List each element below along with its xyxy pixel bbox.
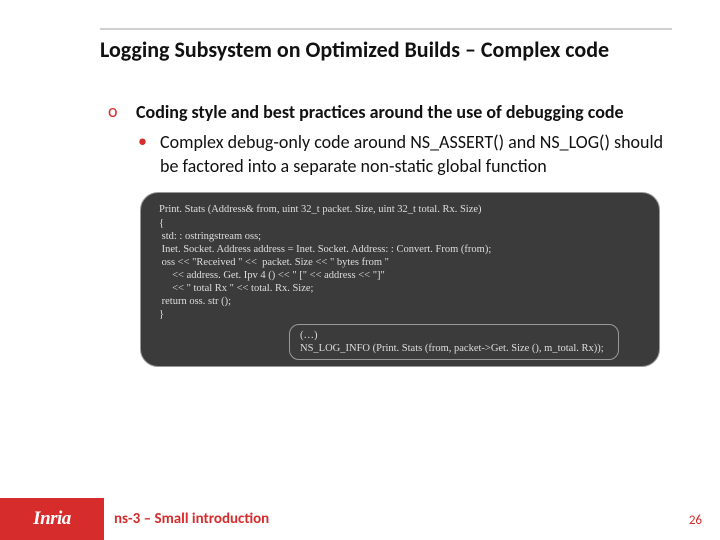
code-line: oss << "Received " << packet. Size << " … bbox=[159, 256, 653, 269]
code-line: return oss. str (); bbox=[159, 295, 653, 308]
code-line: std: : ostringstream oss; bbox=[159, 230, 653, 243]
code-line: Print. Stats (Address& from, uint 32_t p… bbox=[159, 203, 653, 216]
list-item-bullet: Complex debug-only code around NS_ASSERT… bbox=[108, 130, 672, 179]
list-item-o-text: Coding style and best practices around t… bbox=[136, 100, 672, 124]
code-block-small: (…) NS_LOG_INFO (Print. Stats (from, pac… bbox=[289, 324, 619, 360]
code-line: << " total Rx " << total. Rx. Size; bbox=[159, 282, 653, 295]
bullet-list: Coding style and best practices around t… bbox=[108, 100, 672, 179]
footer-title: ns-3 – Small introduction bbox=[114, 510, 269, 528]
code-line: << address. Get. Ipv 4 () << " [" << add… bbox=[159, 269, 653, 282]
slide-title: Logging Subsystem on Optimized Builds – … bbox=[100, 28, 672, 64]
code-line: NS_LOG_INFO (Print. Stats (from, packet-… bbox=[300, 342, 608, 355]
list-item-bullet-text: Complex debug-only code around NS_ASSERT… bbox=[160, 130, 672, 179]
code-line: (…) bbox=[300, 329, 608, 342]
code-line: { bbox=[159, 217, 653, 230]
page-number: 26 bbox=[689, 513, 702, 528]
list-item-o: Coding style and best practices around t… bbox=[108, 100, 672, 124]
logo: Inria bbox=[0, 498, 104, 540]
code-line: Inet. Socket. Address address = Inet. So… bbox=[159, 243, 653, 256]
code-line: } bbox=[159, 308, 653, 321]
logo-text: Inria bbox=[33, 508, 71, 530]
footer: Inria ns-3 – Small introduction bbox=[0, 498, 720, 540]
code-block-main: Print. Stats (Address& from, uint 32_t p… bbox=[140, 192, 660, 366]
